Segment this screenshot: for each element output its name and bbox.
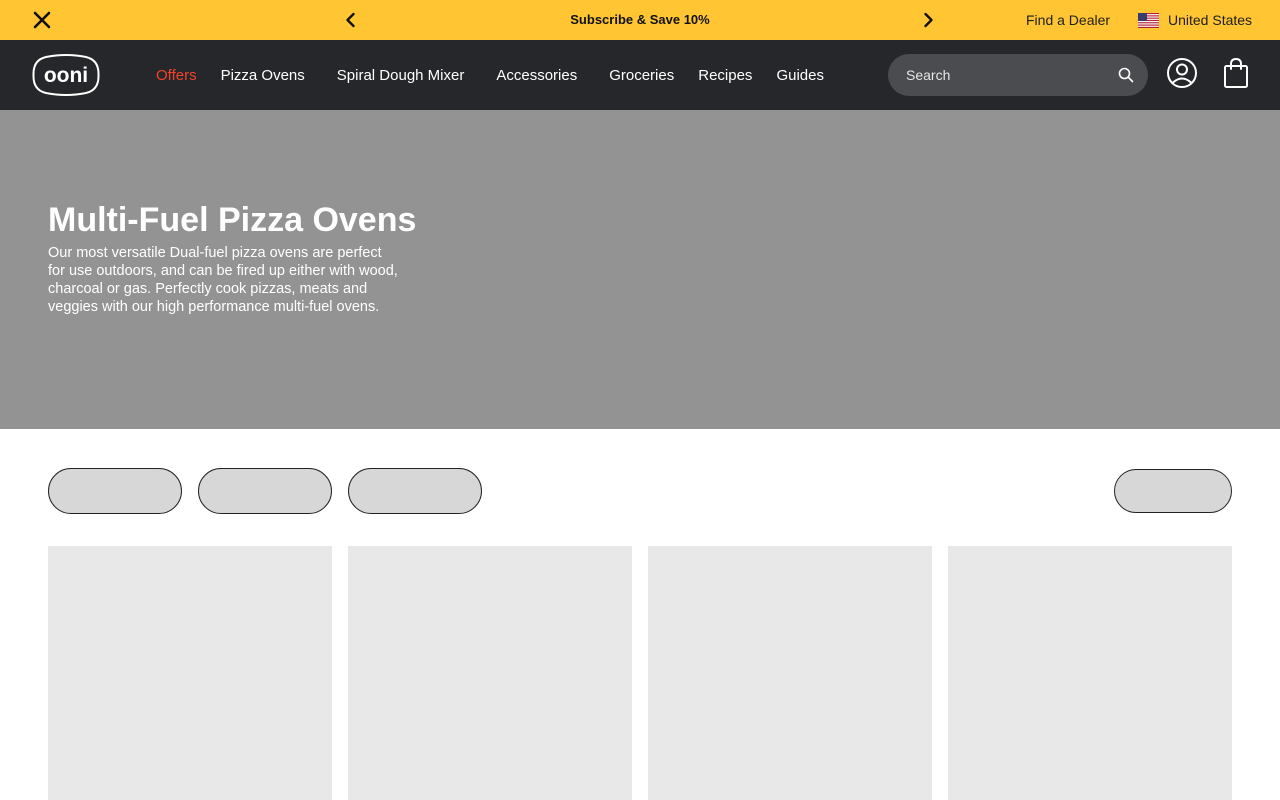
ooni-logo[interactable]: ooni — [32, 54, 100, 96]
filter-pill[interactable] — [48, 468, 182, 514]
search-input[interactable] — [906, 54, 1106, 96]
product-card[interactable] — [648, 546, 932, 800]
nav-accessories[interactable]: Accessories — [496, 67, 577, 84]
main-header: ooni Offers Pizza Ovens Spiral Dough Mix… — [0, 40, 1280, 110]
nav-pizza-ovens[interactable]: Pizza Ovens — [221, 67, 305, 84]
logo-text: ooni — [44, 64, 88, 87]
sort-pill[interactable] — [1114, 469, 1232, 513]
user-icon[interactable] — [1166, 57, 1198, 89]
chevron-left-icon[interactable] — [341, 10, 361, 30]
hero-description: Our most versatile Dual-fuel pizza ovens… — [48, 245, 398, 315]
product-card[interactable] — [348, 546, 632, 800]
hero-banner: Multi-Fuel Pizza Ovens Our most versatil… — [0, 110, 1280, 429]
find-dealer-link[interactable]: Find a Dealer — [1026, 0, 1110, 40]
filter-pill[interactable] — [198, 468, 332, 514]
nav-offers[interactable]: Offers — [156, 67, 197, 84]
nav-spiral-dough-mixer[interactable]: Spiral Dough Mixer — [337, 67, 465, 84]
shopping-bag-icon[interactable] — [1223, 57, 1249, 89]
close-icon[interactable] — [30, 8, 54, 32]
search-icon[interactable] — [1117, 66, 1135, 84]
nav-groceries[interactable]: Groceries — [609, 67, 674, 84]
country-label: United States — [1168, 12, 1253, 28]
nav-recipes[interactable]: Recipes — [698, 67, 752, 84]
filter-pill[interactable] — [348, 468, 482, 514]
main-nav: Offers Pizza Ovens Spiral Dough Mixer Ac… — [156, 40, 824, 110]
nav-guides[interactable]: Guides — [776, 67, 824, 84]
us-flag-icon — [1138, 12, 1159, 28]
product-card[interactable] — [948, 546, 1232, 800]
hero-title: Multi-Fuel Pizza Ovens — [48, 201, 417, 239]
chevron-right-icon[interactable] — [918, 10, 938, 30]
announcement-bar: Subscribe & Save 10% Find a Dealer Unite… — [0, 0, 1280, 40]
country-selector[interactable]: United States — [1138, 0, 1252, 40]
search-bar — [888, 54, 1148, 96]
announcement-promo[interactable]: Subscribe & Save 10% — [420, 0, 860, 40]
product-card[interactable] — [48, 546, 332, 800]
